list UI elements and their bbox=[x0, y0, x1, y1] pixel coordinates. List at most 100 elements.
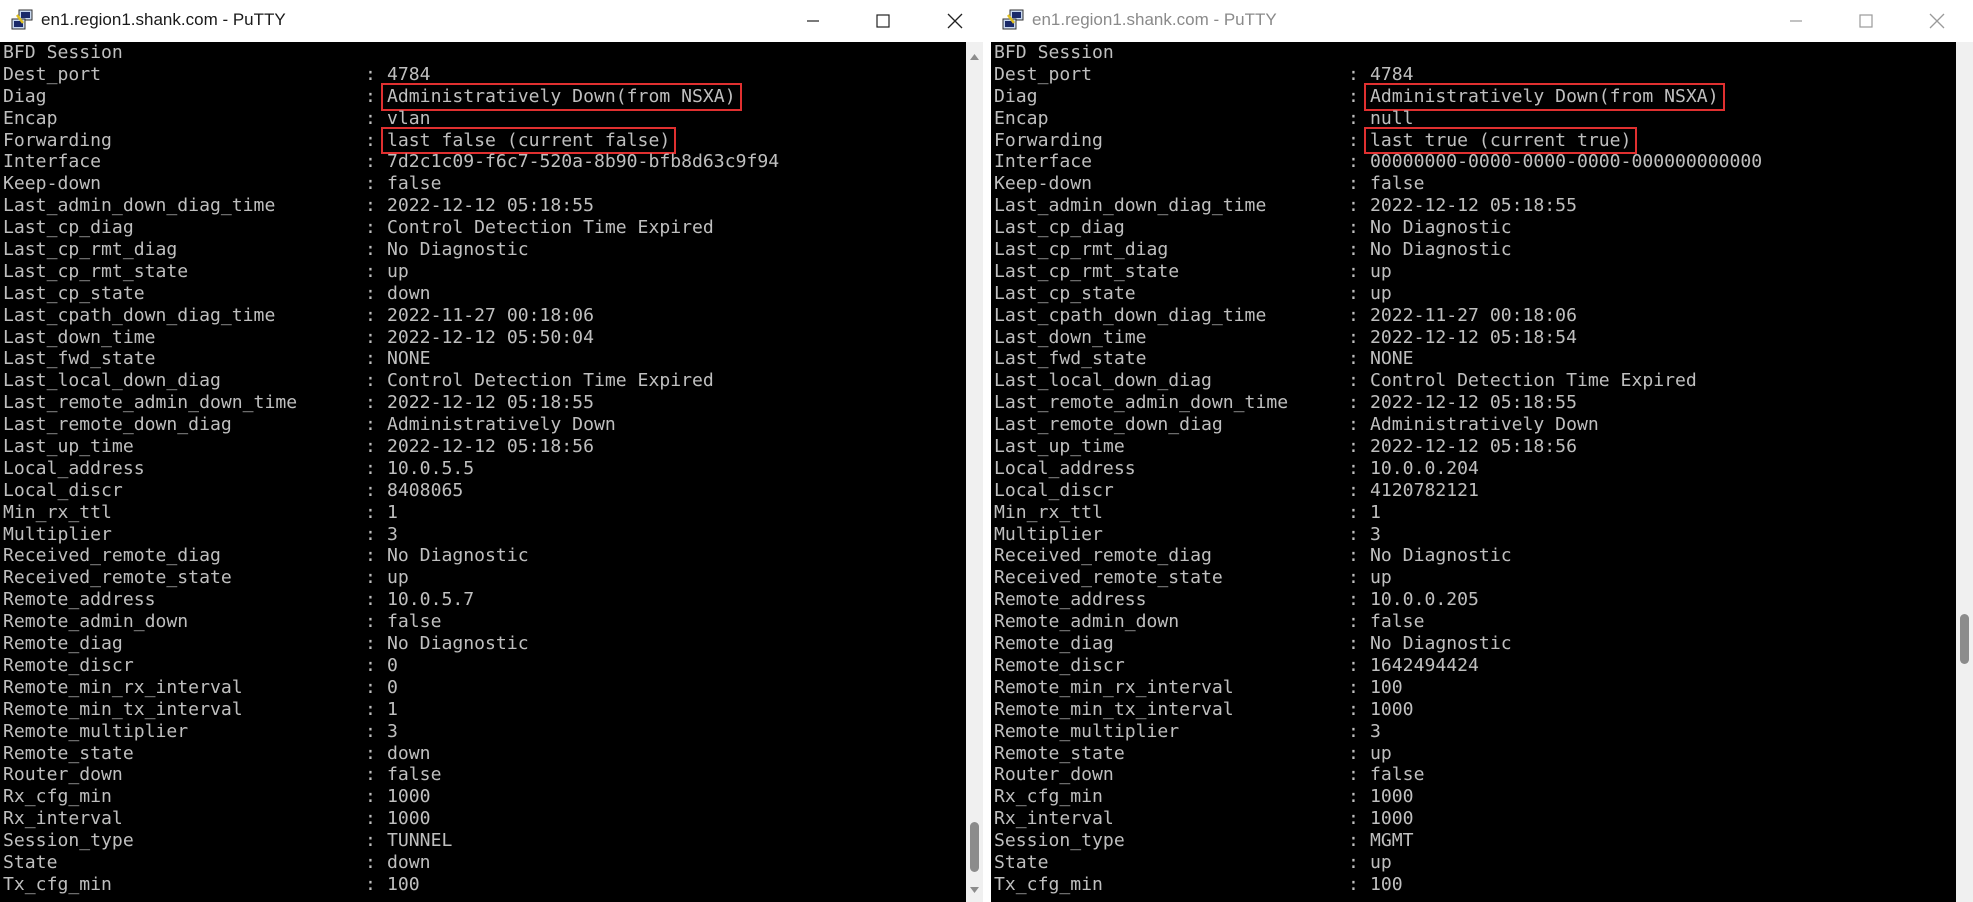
field-value: 100 bbox=[387, 873, 420, 895]
field-name: Min_rx_ttl bbox=[994, 501, 1103, 523]
separator: : bbox=[1348, 173, 1359, 195]
terminal-line: Remote_min_tx_interval:1 bbox=[3, 699, 966, 721]
title-bar[interactable]: en1.region1.shank.com - PuTTY bbox=[0, 0, 983, 42]
field-name: Remote_min_rx_interval bbox=[3, 676, 243, 698]
field-name: Last_cp_diag bbox=[3, 217, 134, 239]
separator: : bbox=[365, 85, 376, 107]
separator: : bbox=[365, 326, 376, 348]
minimize-button[interactable] bbox=[1761, 0, 1831, 42]
field-value: 1000 bbox=[387, 808, 431, 830]
separator: : bbox=[1348, 851, 1359, 873]
terminal-line: Last_down_time:2022-12-12 05:50:04 bbox=[3, 327, 966, 349]
separator: : bbox=[1348, 676, 1359, 698]
terminal-line: Last_up_time:2022-12-12 05:18:56 bbox=[994, 436, 1956, 458]
field-value: No Diagnostic bbox=[1370, 633, 1512, 655]
terminal-line: Last_remote_down_diag: Administratively D… bbox=[994, 414, 1956, 436]
field-name: State bbox=[3, 851, 58, 873]
field-name: Last_cp_rmt_diag bbox=[994, 239, 1169, 261]
field-name: Rx_interval bbox=[994, 808, 1114, 830]
terminal-output[interactable]: BFD Session Dest_port:4784 Diag: Administra… bbox=[0, 42, 966, 902]
separator: : bbox=[1348, 764, 1359, 786]
separator: : bbox=[365, 611, 376, 633]
separator: : bbox=[1348, 129, 1359, 151]
putty-app-icon[interactable] bbox=[1001, 9, 1025, 33]
field-name: Dest_port bbox=[3, 63, 102, 85]
separator: : bbox=[365, 195, 376, 217]
separator: : bbox=[1348, 479, 1359, 501]
terminal-line: Router_down: false bbox=[994, 764, 1956, 786]
terminal-line: Last_cp_rmt_state: up bbox=[994, 261, 1956, 283]
scroll-up-icon[interactable] bbox=[966, 48, 983, 65]
field-value: down bbox=[387, 851, 431, 873]
terminal-line: Rx_interval:1000 bbox=[3, 808, 966, 830]
window-title: en1.region1.shank.com - PuTTY bbox=[1032, 10, 1277, 29]
field-value: 4120782121 bbox=[1370, 479, 1479, 501]
field-name: Last_fwd_state bbox=[994, 348, 1147, 370]
field-name: Router_down bbox=[994, 764, 1114, 786]
terminal-line: Received_remote_state: up bbox=[994, 567, 1956, 589]
separator: : bbox=[365, 545, 376, 567]
separator: : bbox=[1348, 654, 1359, 676]
putty-window-right[interactable]: en1.region1.shank.com - PuTTY BFD Sessio… bbox=[991, 0, 1973, 902]
field-name: Received_remote_diag bbox=[3, 545, 221, 567]
field-name: Remote_diag bbox=[3, 633, 123, 655]
terminal-line: Last_cpath_down_diag_time:2022-11-27 00:… bbox=[994, 305, 1956, 327]
terminal-line: Last_cp_state: up bbox=[994, 283, 1956, 305]
field-value: 2022-12-12 05:18:55 bbox=[387, 392, 594, 414]
terminal-output[interactable]: BFD Session Dest_port:4784 Diag: Administra… bbox=[991, 42, 1956, 902]
field-name: Diag bbox=[994, 85, 1038, 107]
field-value: 2022-11-27 00:18:06 bbox=[387, 304, 594, 326]
field-name: Local_discr bbox=[994, 479, 1114, 501]
terminal-line: Local_address:10.0.5.5 bbox=[3, 458, 966, 480]
field-name: Last_up_time bbox=[994, 436, 1125, 458]
close-button[interactable] bbox=[920, 0, 983, 42]
terminal-line: Tx_cfg_min:100 bbox=[994, 874, 1956, 896]
field-value: 2022-12-12 05:18:55 bbox=[387, 195, 594, 217]
scroll-thumb[interactable] bbox=[1960, 614, 1969, 664]
separator: : bbox=[365, 392, 376, 414]
separator: : bbox=[1348, 436, 1359, 458]
terminal-line: Local_discr:8408065 bbox=[3, 480, 966, 502]
field-value: false bbox=[1370, 611, 1425, 633]
separator: : bbox=[1348, 260, 1359, 282]
field-value: 3 bbox=[1370, 720, 1381, 742]
separator: : bbox=[365, 589, 376, 611]
field-value: 00000000-0000-0000-0000-000000000000 bbox=[1370, 151, 1763, 173]
field-value: 100 bbox=[1370, 676, 1403, 698]
field-value: 2022-12-12 05:18:56 bbox=[387, 436, 594, 458]
maximize-button[interactable] bbox=[848, 0, 918, 42]
field-name: Forwarding bbox=[3, 129, 112, 151]
minimize-button[interactable] bbox=[778, 0, 848, 42]
terminal-line: Encap: vlan bbox=[3, 108, 966, 130]
field-value: 1000 bbox=[1370, 808, 1414, 830]
terminal-line: Remote_min_rx_interval:0 bbox=[3, 677, 966, 699]
field-value: No Diagnostic bbox=[387, 633, 529, 655]
field-name: Keep-down bbox=[994, 173, 1093, 195]
terminal-line: Remote_discr:1642494424 bbox=[994, 655, 1956, 677]
field-name: Interface bbox=[994, 151, 1093, 173]
field-value: 1 bbox=[387, 698, 398, 720]
scroll-down-icon[interactable] bbox=[966, 881, 983, 898]
separator: : bbox=[1348, 392, 1359, 414]
putty-window-left[interactable]: en1.region1.shank.com - PuTTY BFD Sessio… bbox=[0, 0, 983, 902]
close-icon bbox=[947, 13, 963, 29]
terminal-line: Last_cp_diag: No Diagnostic bbox=[994, 217, 1956, 239]
separator: : bbox=[365, 567, 376, 589]
vertical-scrollbar[interactable] bbox=[966, 42, 983, 902]
terminal-line: Remote_state: up bbox=[994, 743, 1956, 765]
title-bar[interactable]: en1.region1.shank.com - PuTTY bbox=[991, 0, 1973, 42]
separator: : bbox=[1348, 370, 1359, 392]
field-name: Last_local_down_diag bbox=[994, 370, 1212, 392]
field-value: down bbox=[387, 282, 431, 304]
terminal-line: Received_remote_diag: No Diagnostic bbox=[994, 545, 1956, 567]
terminal-line: Remote_min_rx_interval:100 bbox=[994, 677, 1956, 699]
close-button[interactable] bbox=[1902, 0, 1972, 42]
field-name: Local_discr bbox=[3, 479, 123, 501]
terminal-line: BFD Session bbox=[3, 42, 966, 64]
vertical-scrollbar[interactable] bbox=[1956, 42, 1973, 902]
field-value: up bbox=[1370, 260, 1392, 282]
maximize-button[interactable] bbox=[1831, 0, 1901, 42]
putty-app-icon[interactable] bbox=[10, 9, 34, 33]
field-value: No Diagnostic bbox=[387, 239, 529, 261]
scroll-thumb[interactable] bbox=[970, 822, 979, 872]
